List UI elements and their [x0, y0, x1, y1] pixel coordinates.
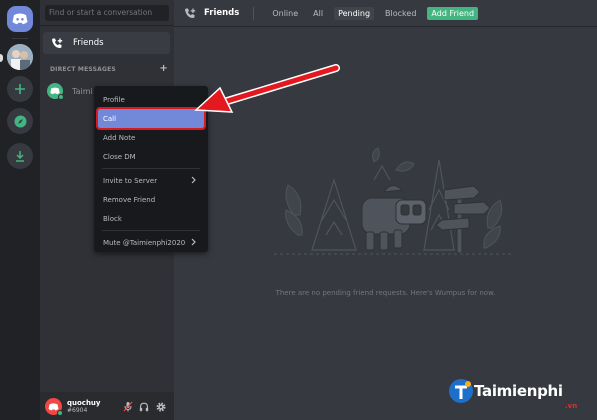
- sidebar-item-friends[interactable]: Friends: [43, 32, 170, 54]
- user-avatar[interactable]: [45, 398, 63, 416]
- explore-icon[interactable]: [7, 108, 33, 134]
- empty-state-text: There are no pending friend requests. He…: [275, 289, 496, 297]
- menu-item-label: Remove Friend: [103, 195, 156, 204]
- username: quochuy: [67, 399, 101, 407]
- online-status-icon: [57, 410, 63, 416]
- online-status-icon: [58, 94, 64, 100]
- dm-header: DIRECT MESSAGES +: [50, 63, 168, 74]
- watermark-text: Taimienphi: [474, 382, 563, 400]
- discord-avatar-icon: [48, 402, 59, 410]
- menu-item-add-note[interactable]: Add Note: [98, 128, 204, 147]
- red-arrow-annotation: [194, 64, 340, 113]
- chevron-right-icon: [191, 238, 196, 246]
- dm-name: Taimi: [72, 86, 93, 96]
- menu-item-label: Mute @Taimienphi2020: [103, 238, 186, 247]
- settings-gear-icon[interactable]: [155, 401, 166, 412]
- menu-item-label: Add Note: [103, 133, 136, 142]
- menu-item-close-dm[interactable]: Close DM: [98, 147, 204, 166]
- menu-item-label: Profile: [103, 95, 125, 104]
- wumpus-illustration: [274, 147, 514, 255]
- add-friend-button[interactable]: Add Friend: [427, 6, 479, 20]
- menu-separator: [102, 230, 200, 231]
- dm-header-label: DIRECT MESSAGES: [50, 66, 116, 73]
- menu-item-block[interactable]: Block: [98, 209, 204, 228]
- download-icon[interactable]: [7, 143, 33, 169]
- user-panel: quochuy #6904: [40, 392, 174, 420]
- server-rail: [0, 0, 40, 420]
- tab-blocked[interactable]: Blocked: [381, 7, 420, 20]
- menu-item-remove-friend[interactable]: Remove Friend: [98, 190, 204, 209]
- menu-item-call[interactable]: Call: [96, 107, 206, 130]
- tab-online[interactable]: Online: [268, 7, 302, 20]
- server-avatar[interactable]: [7, 44, 33, 70]
- tab-pending[interactable]: Pending: [334, 6, 375, 20]
- create-dm-button[interactable]: +: [159, 63, 168, 74]
- tab-all[interactable]: All: [309, 7, 327, 20]
- search-input[interactable]: Find or start a conversation: [45, 5, 169, 21]
- menu-item-invite-to-server[interactable]: Invite to Server: [98, 171, 204, 190]
- watermark-suffix: .vn: [565, 402, 578, 410]
- sidebar-divider: [40, 25, 174, 26]
- friends-toolbar: Friends Online All Pending Blocked Add F…: [174, 0, 597, 27]
- add-server-icon[interactable]: [7, 76, 33, 102]
- friends-label: Friends: [73, 38, 104, 48]
- menu-item-label: Block: [103, 214, 122, 223]
- toolbar-divider: [253, 6, 255, 20]
- page-title: Friends: [204, 8, 240, 18]
- rail-separator: [12, 38, 28, 39]
- chevron-right-icon: [191, 176, 196, 184]
- discord-home-icon[interactable]: [7, 6, 33, 32]
- friends-icon: [184, 8, 197, 19]
- menu-separator: [102, 168, 200, 169]
- watermark: Taimienphi .vn: [448, 378, 577, 410]
- headphones-icon[interactable]: [138, 401, 149, 412]
- menu-item-mute[interactable]: Mute @Taimienphi2020: [98, 233, 204, 252]
- friends-icon: [52, 38, 63, 48]
- menu-item-profile[interactable]: Profile: [98, 90, 204, 109]
- avatar: [47, 83, 64, 100]
- menu-item-label: Close DM: [103, 152, 136, 161]
- server-indicator: [0, 54, 3, 62]
- user-tag: #6904: [67, 407, 88, 414]
- taimienphi-logo-icon: [449, 379, 473, 403]
- menu-item-label: Invite to Server: [103, 176, 158, 185]
- mute-mic-icon[interactable]: [122, 401, 133, 412]
- menu-item-label: Call: [103, 114, 117, 123]
